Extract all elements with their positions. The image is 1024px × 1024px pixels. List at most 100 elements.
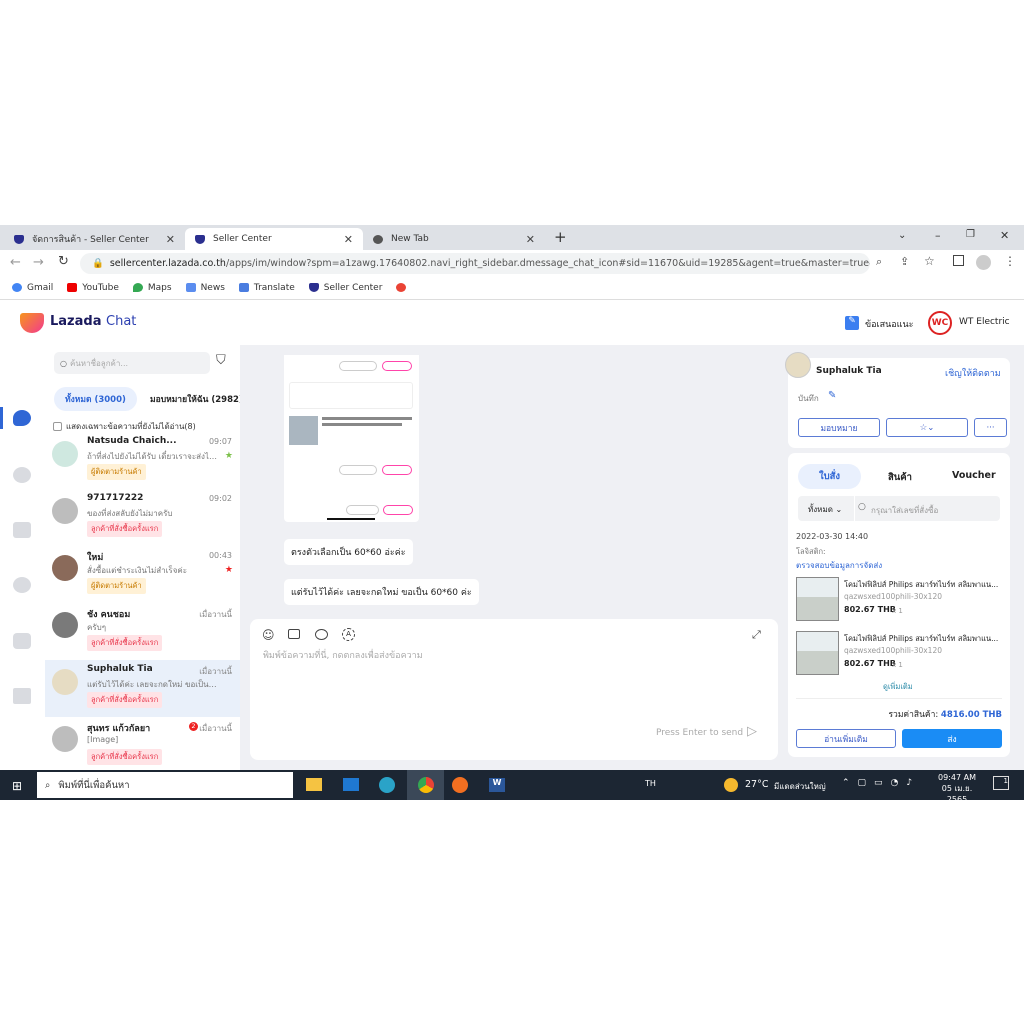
tab-all[interactable]: ทั้งหมด (3000) (54, 387, 137, 411)
check-shipping-link[interactable]: ตรวจสอบข้อมูลการจัดส่ง (796, 559, 882, 572)
zoom-icon[interactable]: ⌕ (876, 255, 882, 269)
bookmark-seller-center[interactable]: Seller Center (308, 283, 382, 293)
product-quantity: x 1 (892, 661, 903, 669)
customer-tag: ลูกค้าที่สั่งซื้อครั้งแรก (87, 749, 163, 765)
order-item[interactable]: โคมไฟฟิลิปส์ Philips สมาร์ทไบร์ท สลิมพาแ… (796, 577, 1002, 621)
close-tab-icon[interactable]: ✕ (344, 233, 353, 246)
invite-follow-link[interactable]: เชิญให้ติดตาม (945, 366, 1001, 380)
taskbar-search-input[interactable]: ⌕ พิมพ์ที่นี่เพื่อค้นหา (37, 772, 293, 798)
notifications-icon[interactable]: 1 (993, 776, 1009, 790)
tab-search-icon[interactable]: ⌄ (898, 230, 906, 241)
edit-feedback-icon[interactable]: ✎ (845, 316, 859, 330)
close-tab-icon[interactable]: ✕ (166, 233, 175, 246)
tab-manage-products[interactable]: จัดการสินค้า - Seller Center ✕ (4, 228, 185, 250)
feedback-link[interactable]: ข้อเสนอแนะ (865, 317, 913, 331)
tab-products[interactable]: สินค้า (888, 470, 912, 485)
forward-icon[interactable]: → (33, 255, 44, 270)
expand-icon[interactable]: ⤢ (752, 628, 761, 642)
firefox-icon[interactable] (452, 777, 468, 793)
send-icon[interactable]: ▷ (747, 724, 757, 739)
bookmark-google[interactable] (396, 283, 411, 293)
star-icon[interactable]: ★ (225, 451, 233, 461)
url-input[interactable]: 🔒 sellercenter.lazada.co.th/apps/im/windo… (80, 253, 870, 274)
product-title: โคมไฟฟิลิปส์ Philips สมาร์ทไบร์ท สลิมพาแ… (844, 580, 999, 589)
message-input[interactable]: พิมพ์ข้อความที่นี่, กดตกลงเพื่อส่งข้อควา… (263, 648, 763, 662)
tab-voucher[interactable]: Voucher (952, 470, 996, 481)
bookmark-star-icon[interactable]: ☆ (924, 254, 935, 268)
conversation-item[interactable]: ใหม่ 00:43 สั่งซื้อแต่ชำระเงินไม่สำเร็จค… (45, 546, 240, 603)
conversation-time: 09:07 (208, 437, 232, 446)
nav-rail (0, 345, 45, 770)
clock[interactable]: 09:47 AM 05 เม.ย. 2565 (932, 773, 982, 804)
menu-icon[interactable]: ⋮ (1004, 254, 1016, 268)
filter-icon[interactable]: ⛉ (216, 353, 226, 368)
word-icon[interactable]: W (489, 778, 505, 792)
avatar (52, 498, 78, 524)
conversation-time: เมื่อวานนี้ (199, 724, 232, 733)
profile-avatar[interactable] (976, 255, 991, 270)
file-explorer-icon[interactable] (306, 778, 322, 791)
edge-icon[interactable] (379, 777, 395, 793)
input-language[interactable]: TH (645, 779, 656, 788)
bookmark-youtube[interactable]: YouTube (67, 283, 119, 293)
edit-note-icon[interactable]: ✎ (828, 390, 836, 401)
temperature[interactable]: 27°C (745, 779, 768, 790)
close-window-button[interactable]: ✕ (1000, 229, 1009, 242)
conversation-item[interactable]: สุนทร แก้วกัลยา เมื่อวานนี้ [Image] ลูกค… (45, 717, 240, 770)
emoji-icon[interactable]: ☺ (262, 628, 275, 642)
back-icon[interactable]: ← (10, 255, 21, 270)
bookmark-translate[interactable]: Translate (238, 283, 295, 293)
windows-start-icon[interactable]: ⊞ (12, 779, 22, 793)
weather-description[interactable]: มีแดดส่วนใหญ่ (774, 780, 826, 793)
bookmark-gmail[interactable]: Gmail (12, 283, 53, 293)
image-upload-icon[interactable] (288, 629, 300, 639)
reload-icon[interactable]: ↻ (58, 254, 69, 269)
conversation-preview: แต่รับไว้ได้ค่ะ เลยจะกดใหม่ ขอเป็น 60*60… (87, 680, 217, 689)
star-icon[interactable]: ★ (225, 565, 233, 575)
tab-orders[interactable]: ใบสั่ง (798, 464, 861, 489)
read-more-button[interactable]: อ่านเพิ่มเติม (796, 729, 896, 748)
mail-icon[interactable] (343, 778, 359, 791)
forward-icon[interactable] (13, 467, 31, 483)
tab-seller-center[interactable]: Seller Center ✕ (185, 228, 363, 250)
chat-icon[interactable] (13, 410, 31, 426)
settings-icon[interactable] (13, 633, 31, 649)
star-dropdown-button[interactable]: ☆⌄ (886, 418, 968, 437)
bookmark-maps[interactable]: Maps (132, 283, 172, 293)
quick-reply-icon[interactable] (315, 629, 328, 640)
image-detail (289, 416, 318, 445)
more-button[interactable]: ··· (974, 418, 1007, 437)
see-more-link[interactable]: ดูเพิ่มเติม (883, 681, 913, 693)
image-detail (382, 361, 412, 371)
assign-button[interactable]: มอบหมาย (798, 418, 880, 437)
text-template-icon[interactable] (13, 688, 31, 704)
new-tab-button[interactable]: + (554, 228, 567, 246)
conversation-item[interactable]: ชัง คนชอม เมื่อวานนี้ ครับๆ ลูกค้าที่สั่… (45, 603, 240, 660)
order-item[interactable]: โคมไฟฟิลิปส์ Philips สมาร์ทไบร์ท สลิมพาแ… (796, 631, 1002, 675)
transfer-icon[interactable] (13, 577, 31, 593)
image-detail (322, 417, 412, 420)
bookmark-news[interactable]: News (185, 283, 225, 293)
customer-search-input[interactable]: ○ ค้นหาชื่อลูกค้า... (54, 352, 210, 374)
conversation-item[interactable]: Suphaluk Tia เมื่อวานนี้ แต่รับไว้ได้ค่ะ… (45, 660, 240, 717)
share-icon[interactable]: ⇪ (900, 255, 909, 268)
analytics-icon[interactable] (13, 522, 31, 538)
order-number-input[interactable]: กรุณาใส่เลขที่สั่งซื้อ (871, 504, 938, 517)
translate-icon[interactable]: A (342, 628, 355, 641)
close-tab-icon[interactable]: ✕ (526, 233, 535, 246)
tab-new-tab[interactable]: New Tab ✕ (363, 228, 545, 250)
unread-badge: 2 (189, 722, 198, 731)
tab-assigned-to-me[interactable]: มอบหมายให้ฉัน (2982) (150, 392, 240, 406)
side-panel-icon[interactable] (953, 255, 964, 266)
system-tray-icons[interactable]: ⌃▢▭◔♪ (842, 778, 920, 788)
chrome-taskbar-button[interactable] (407, 770, 444, 800)
shop-name[interactable]: WT Electric (959, 317, 1010, 327)
conversation-item[interactable]: Natsuda Chaich... 09:07 ถ้าที่ส่งไปยังไม… (45, 432, 240, 489)
send-order-button[interactable]: ส่ง (902, 729, 1002, 748)
conversation-item[interactable]: 971717222 09:02 ของที่ส่งสลับยังไม่มาครั… (45, 489, 240, 546)
restore-button[interactable]: ❐ (966, 229, 975, 240)
shared-screenshot-image[interactable] (284, 355, 419, 522)
conversation-name: 971717222 (87, 493, 144, 503)
minimize-button[interactable]: – (935, 229, 941, 242)
status-filter-dropdown[interactable]: ทั้งหมด ⌄ (808, 503, 842, 516)
